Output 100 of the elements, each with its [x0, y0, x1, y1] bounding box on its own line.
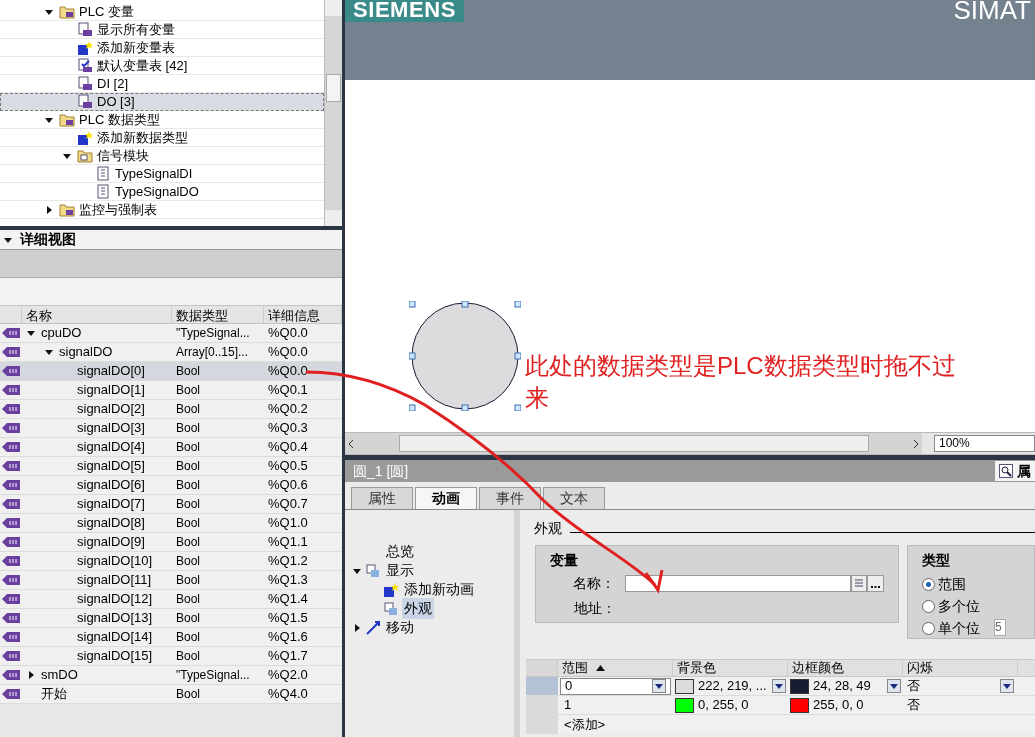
selected-circle-drawing[interactable]: [409, 301, 521, 411]
column-header[interactable]: 数据类型: [172, 306, 264, 323]
table-cell-text: Array[0..15]...: [176, 344, 249, 361]
table-row[interactable]: 1 0, 255, 0 255, 0, 0 否: [526, 696, 1035, 715]
expand-arrow-icon[interactable]: [45, 115, 53, 124]
tab[interactable]: 属性: [351, 487, 413, 509]
collapse-arrow-icon[interactable]: [4, 235, 12, 244]
table-row[interactable]: signalDO[13] Bool %Q1.5: [0, 609, 342, 628]
column-header[interactable]: 名称: [22, 306, 172, 323]
column-header[interactable]: 边框颜色: [788, 660, 903, 676]
tree-item[interactable]: PLC 变量: [0, 3, 324, 21]
tree-item[interactable]: 添加新变量表: [0, 39, 324, 57]
nav-item[interactable]: 添加新动画: [345, 580, 514, 599]
dropdown-button[interactable]: [772, 679, 786, 693]
tag-table-icon: [77, 75, 93, 92]
table-row[interactable]: cpuDO "TypeSignal... %Q0.0: [0, 324, 342, 343]
table-row[interactable]: signalDO[11] Bool %Q1.3: [0, 571, 342, 590]
table-cell-text: %Q0.0: [268, 343, 308, 362]
column-header[interactable]: 范围: [558, 660, 673, 676]
tree-item[interactable]: PLC 数据类型: [0, 111, 324, 129]
element-icon: [365, 562, 381, 579]
tab[interactable]: 动画: [415, 487, 477, 509]
radio-option[interactable]: 单个位: [922, 619, 980, 637]
side-tab[interactable]: 属: [995, 461, 1035, 481]
table-row[interactable]: signalDO[9] Bool %Q1.1: [0, 533, 342, 552]
dropdown-button[interactable]: [652, 679, 666, 693]
expand-arrow-icon[interactable]: [353, 566, 361, 575]
nav-item[interactable]: 显示: [345, 561, 514, 580]
tag-icon: [2, 518, 20, 528]
nav-item[interactable]: 总览: [345, 542, 514, 561]
table-cell-text: signalDO[0]: [77, 362, 145, 381]
table-cell-text: %Q0.7: [268, 495, 308, 514]
table-row[interactable]: signalDO[14] Bool %Q1.6: [0, 628, 342, 647]
table-row[interactable]: signalDO[15] Bool %Q1.7: [0, 647, 342, 666]
scrollbar[interactable]: [324, 0, 342, 226]
folder-icon: [59, 201, 75, 218]
scroll-left-icon[interactable]: [349, 439, 354, 448]
tree-item-label: PLC 数据类型: [79, 110, 160, 129]
table-row[interactable]: signalDO Array[0..15]... %Q0.0: [0, 343, 342, 362]
table-cell-text: %Q0.1: [268, 381, 308, 400]
table-cell-text: Bool: [176, 420, 201, 437]
tree-item[interactable]: 默认变量表 [42]: [0, 57, 324, 75]
table-row[interactable]: smDO "TypeSignal... %Q2.0: [0, 666, 342, 685]
expand-arrow-icon[interactable]: [63, 151, 71, 160]
panel-header[interactable]: 详细视图: [0, 230, 342, 250]
browse-button[interactable]: [867, 575, 884, 592]
dropdown-button[interactable]: [887, 679, 901, 693]
field-label: 地址：: [573, 599, 617, 618]
column-header[interactable]: 闪烁: [903, 660, 1018, 676]
column-header[interactable]: 背景色: [673, 660, 788, 676]
table-row[interactable]: signalDO[3] Bool %Q0.3: [0, 419, 342, 438]
tag-icon: [2, 651, 20, 661]
nav-item[interactable]: 外观: [345, 599, 514, 618]
expand-arrow-icon[interactable]: [27, 671, 35, 679]
table-cell-text: Bool: [176, 553, 201, 570]
table-row[interactable]: signalDO[7] Bool %Q0.7: [0, 495, 342, 514]
tag-icon: [2, 632, 20, 642]
zoom-field[interactable]: 100%: [934, 435, 1035, 452]
tab[interactable]: 文本: [543, 487, 605, 509]
table-cell-text: %Q0.3: [268, 419, 308, 438]
radio-option[interactable]: 范围: [922, 575, 980, 593]
table-row[interactable]: signalDO[6] Bool %Q0.6: [0, 476, 342, 495]
tree-item[interactable]: 监控与强制表: [0, 201, 324, 219]
table-row[interactable]: signalDO[0] Bool %Q0.0: [0, 362, 342, 381]
table-row[interactable]: signalDO[12] Bool %Q1.4: [0, 590, 342, 609]
table-row[interactable]: 0 222, 219, ... 24, 28, 49 否: [526, 677, 1035, 696]
bit-field[interactable]: 5: [994, 619, 1006, 636]
tag-icon: [2, 670, 20, 680]
tree-item[interactable]: DO [3]: [0, 93, 324, 111]
column-header[interactable]: 详细信息: [264, 306, 342, 323]
scroll-right-icon[interactable]: [913, 439, 918, 448]
tree-item[interactable]: 添加新数据类型: [0, 129, 324, 147]
expand-arrow-icon[interactable]: [27, 329, 35, 337]
dropdown-button[interactable]: [1000, 679, 1014, 693]
table-row[interactable]: signalDO[10] Bool %Q1.2: [0, 552, 342, 571]
table-cell[interactable]: 1: [560, 696, 671, 714]
tree-item[interactable]: 信号模块: [0, 147, 324, 165]
tab[interactable]: 事件: [479, 487, 541, 509]
table-row[interactable]: signalDO[1] Bool %Q0.1: [0, 381, 342, 400]
table-row[interactable]: signalDO[2] Bool %Q0.2: [0, 400, 342, 419]
horizontal-scrollbar[interactable]: [345, 433, 922, 454]
table-row[interactable]: signalDO[4] Bool %Q0.4: [0, 438, 342, 457]
expand-arrow-icon[interactable]: [353, 623, 361, 632]
table-row[interactable]: signalDO[5] Bool %Q0.5: [0, 457, 342, 476]
expand-arrow-icon[interactable]: [45, 348, 53, 356]
magnifier-icon: [999, 464, 1013, 478]
name-input-field[interactable]: [625, 575, 852, 592]
nav-item[interactable]: 移动: [345, 618, 514, 637]
expand-arrow-icon[interactable]: [45, 205, 53, 214]
radio-option[interactable]: 多个位: [922, 597, 980, 615]
table-row[interactable]: signalDO[8] Bool %Q1.0: [0, 514, 342, 533]
caret-icon: [1003, 683, 1011, 689]
expand-arrow-icon[interactable]: [45, 7, 53, 16]
add-row-cell[interactable]: <添加>: [558, 714, 612, 735]
tree-item[interactable]: 显示所有变量: [0, 21, 324, 39]
table-cell[interactable]: 0: [560, 677, 671, 695]
table-cell-text: %Q0.6: [268, 476, 308, 495]
table-row[interactable]: 开始 Bool %Q4.0: [0, 685, 342, 704]
tree-item[interactable]: TypeSignalDO: [0, 183, 324, 201]
tree-item[interactable]: TypeSignalDI: [0, 165, 324, 183]
